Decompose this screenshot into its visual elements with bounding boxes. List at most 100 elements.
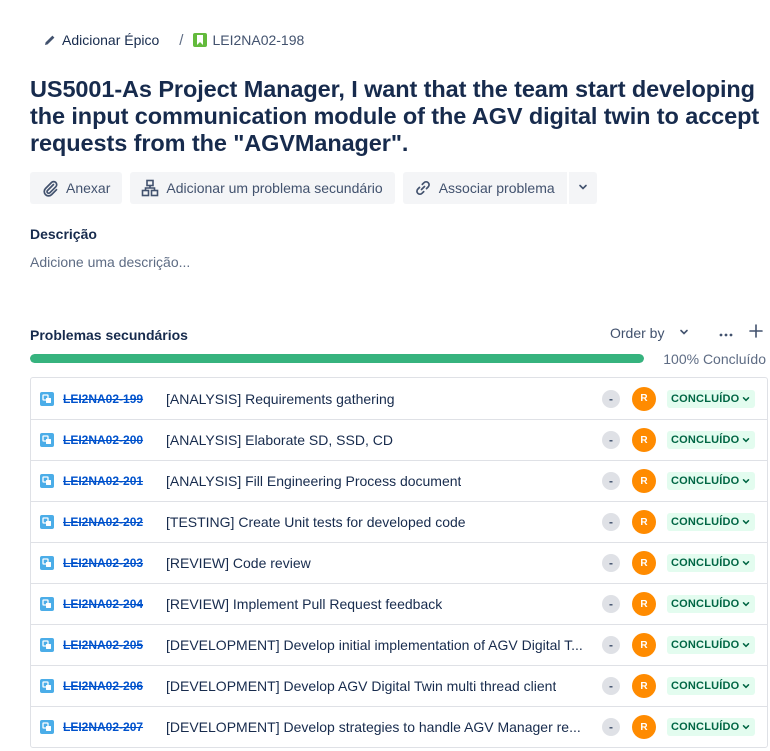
child-issue-key[interactable]: LEI2NA02-206 <box>63 679 143 693</box>
link-icon <box>413 178 433 198</box>
attach-label: Anexar <box>66 180 111 196</box>
child-issue-summary[interactable]: [TESTING] Create Unit tests for develope… <box>166 514 466 530</box>
status-label: CONCLUÍDO <box>671 475 740 487</box>
status-dropdown[interactable]: CONCLUÍDO <box>667 472 756 490</box>
priority-badge: - <box>602 554 620 572</box>
link-issue-button[interactable]: Associar problema <box>402 172 567 204</box>
assignee-avatar[interactable]: R <box>632 551 656 575</box>
hierarchy-icon <box>140 178 160 198</box>
chevron-down-icon <box>741 681 751 691</box>
chevron-down-icon <box>741 640 751 650</box>
child-issue-row[interactable]: LEI2NA02-201 [ANALYSIS] Fill Engineering… <box>31 460 767 501</box>
subtask-icon <box>40 597 54 611</box>
status-dropdown[interactable]: CONCLUÍDO <box>667 513 756 531</box>
description-label: Descrição <box>30 226 97 242</box>
add-child-issue-button[interactable]: Adicionar um problema secundário <box>130 172 395 204</box>
child-issue-summary[interactable]: [ANALYSIS] Requirements gathering <box>166 391 395 407</box>
child-issue-summary[interactable]: [ANALYSIS] Fill Engineering Process docu… <box>166 473 461 489</box>
child-issue-key[interactable]: LEI2NA02-207 <box>63 720 143 734</box>
chevron-down-icon <box>741 476 751 486</box>
status-dropdown[interactable]: CONCLUÍDO <box>667 595 756 613</box>
child-issues-title: Problemas secundários <box>30 327 188 343</box>
pencil-icon <box>44 33 58 47</box>
status-dropdown[interactable]: CONCLUÍDO <box>667 431 756 449</box>
child-issue-summary[interactable]: [ANALYSIS] Elaborate SD, SSD, CD <box>166 432 393 448</box>
child-issue-row[interactable]: LEI2NA02-202 [TESTING] Create Unit tests… <box>31 501 767 542</box>
child-issue-row[interactable]: LEI2NA02-203 [REVIEW] Code review - R CO… <box>31 542 767 583</box>
more-actions-button[interactable] <box>718 323 734 343</box>
status-dropdown[interactable]: CONCLUÍDO <box>667 389 756 408</box>
plus-icon <box>749 323 763 343</box>
child-issue-summary[interactable]: [REVIEW] Code review <box>166 555 311 571</box>
subtask-icon <box>40 515 54 529</box>
status-dropdown[interactable]: CONCLUÍDO <box>667 677 756 695</box>
order-by-button[interactable]: Order by <box>610 325 690 341</box>
subtask-icon <box>40 391 54 406</box>
breadcrumb: Adicionar Épico / LEI2NA02-198 <box>44 30 304 50</box>
link-issue-dropdown-button[interactable] <box>568 172 597 204</box>
status-dropdown[interactable]: CONCLUÍDO <box>667 636 756 654</box>
status-label: CONCLUÍDO <box>671 392 740 405</box>
subtask-icon <box>40 720 54 734</box>
chevron-down-icon <box>577 180 589 196</box>
child-issue-key[interactable]: LEI2NA02-201 <box>63 474 143 488</box>
child-issue-summary[interactable]: [DEVELOPMENT] Develop strategies to hand… <box>166 719 581 735</box>
chevron-down-icon <box>741 394 751 404</box>
link-issue-split-button: Associar problema <box>402 172 597 204</box>
status-label: CONCLUÍDO <box>671 680 740 692</box>
child-issue-row[interactable]: LEI2NA02-206 [DEVELOPMENT] Develop AGV D… <box>31 665 767 706</box>
assignee-avatar[interactable]: R <box>632 510 656 534</box>
assignee-avatar[interactable]: R <box>632 633 656 657</box>
issue-title[interactable]: US5001-As Project Manager, I want that t… <box>30 76 770 157</box>
chevron-down-icon <box>741 599 751 609</box>
priority-badge: - <box>602 472 620 490</box>
assignee-avatar[interactable]: R <box>632 674 656 698</box>
assignee-avatar[interactable]: R <box>632 386 656 411</box>
add-epic-link[interactable]: Adicionar Épico <box>44 32 159 48</box>
assignee-avatar[interactable]: R <box>632 428 656 452</box>
status-dropdown[interactable]: CONCLUÍDO <box>667 554 756 572</box>
assignee-avatar[interactable]: R <box>632 592 656 616</box>
child-issue-key[interactable]: LEI2NA02-199 <box>63 392 143 406</box>
order-by-label: Order by <box>610 325 665 341</box>
child-issue-row[interactable]: LEI2NA02-199 [ANALYSIS] Requirements gat… <box>31 378 767 419</box>
status-dropdown[interactable]: CONCLUÍDO <box>667 718 756 736</box>
add-child-button[interactable] <box>748 323 764 343</box>
parent-issue-link[interactable]: LEI2NA02-198 <box>193 32 304 48</box>
child-issues-progress: 100% Concluído <box>30 351 766 367</box>
status-label: CONCLUÍDO <box>671 721 740 733</box>
child-issue-row[interactable]: LEI2NA02-207 [DEVELOPMENT] Develop strat… <box>31 706 767 747</box>
child-issue-summary[interactable]: [REVIEW] Implement Pull Request feedback <box>166 596 442 612</box>
assignee-avatar[interactable]: R <box>632 469 656 493</box>
child-issue-summary[interactable]: [DEVELOPMENT] Develop AGV Digital Twin m… <box>166 678 556 694</box>
child-issue-key[interactable]: LEI2NA02-203 <box>63 556 143 570</box>
subtask-icon <box>40 638 54 652</box>
priority-badge: - <box>602 718 620 736</box>
child-issue-row[interactable]: LEI2NA02-200 [ANALYSIS] Elaborate SD, SS… <box>31 419 767 460</box>
paperclip-icon <box>40 178 60 198</box>
child-issue-row[interactable]: LEI2NA02-205 [DEVELOPMENT] Develop initi… <box>31 624 767 665</box>
subtask-icon <box>40 556 54 570</box>
priority-badge: - <box>602 595 620 613</box>
attach-button[interactable]: Anexar <box>30 172 123 204</box>
chevron-down-icon <box>678 325 690 341</box>
action-toolbar: Anexar Adicionar um problema secundário … <box>30 172 597 204</box>
subtask-icon <box>40 679 54 693</box>
priority-badge: - <box>602 513 620 531</box>
priority-badge: - <box>602 389 620 408</box>
add-child-issue-label: Adicionar um problema secundário <box>166 180 383 196</box>
child-issue-key[interactable]: LEI2NA02-204 <box>63 597 143 611</box>
description-field[interactable]: Adicione uma descrição... <box>30 254 190 270</box>
child-issue-key[interactable]: LEI2NA02-200 <box>63 433 143 447</box>
story-icon <box>193 33 208 47</box>
child-issues-header: Problemas secundários Order by <box>30 323 766 345</box>
more-icon <box>719 324 733 342</box>
child-issue-key[interactable]: LEI2NA02-205 <box>63 638 143 652</box>
child-issue-row[interactable]: LEI2NA02-204 [REVIEW] Implement Pull Req… <box>31 583 767 624</box>
child-issue-key[interactable]: LEI2NA02-202 <box>63 515 143 529</box>
status-label: CONCLUÍDO <box>671 434 740 446</box>
assignee-avatar[interactable]: R <box>632 715 656 739</box>
status-label: CONCLUÍDO <box>671 639 740 651</box>
child-issue-summary[interactable]: [DEVELOPMENT] Develop initial implementa… <box>166 637 583 653</box>
priority-badge: - <box>602 636 620 654</box>
